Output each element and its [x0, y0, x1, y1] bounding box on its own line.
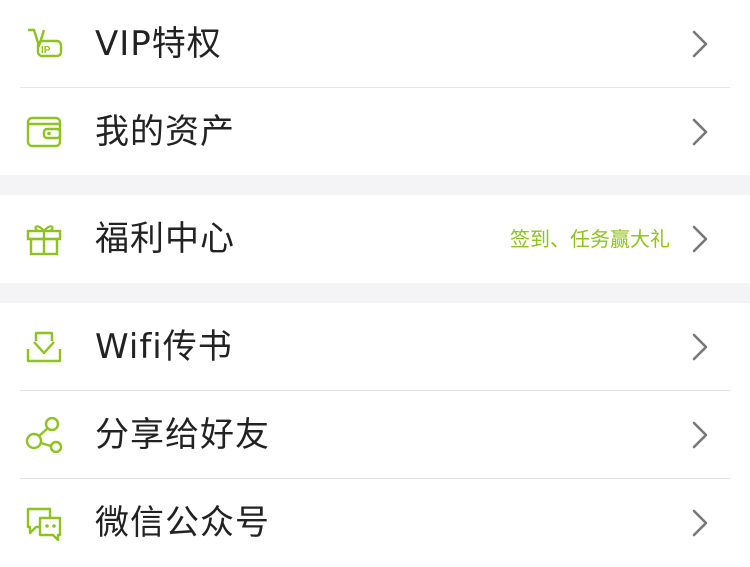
menu-item-label: 微信公众号	[95, 503, 270, 543]
gift-icon	[26, 225, 62, 256]
menu-item-label: 我的资产	[95, 112, 235, 152]
menu-group-benefits: 福利中心 签到、任务赢大礼	[0, 195, 750, 283]
menu-item-wechat[interactable]: 微信公众号	[0, 479, 750, 567]
menu-item-label: VIP特权	[95, 24, 222, 64]
menu-item-welfare[interactable]: 福利中心 签到、任务赢大礼	[0, 195, 750, 283]
wechat-icon	[26, 507, 62, 541]
chevron-right-icon	[692, 225, 708, 253]
menu-item-share[interactable]: 分享给好友	[0, 391, 750, 479]
vip-icon: IP	[28, 28, 63, 58]
menu-group-account: IP VIP特权 我的资产	[0, 0, 750, 175]
download-tray-icon	[26, 331, 62, 363]
welfare-hint: 签到、任务赢大礼	[510, 227, 670, 251]
chevron-right-icon	[692, 118, 708, 146]
menu-group-tools: Wifi传书 分享给好友 微信公众号	[0, 303, 750, 567]
chevron-right-icon	[692, 509, 708, 537]
svg-text:IP: IP	[41, 45, 51, 56]
chevron-right-icon	[692, 30, 708, 58]
wallet-icon	[26, 116, 62, 148]
menu-item-label: Wifi传书	[95, 327, 233, 367]
menu-item-wifi-transfer[interactable]: Wifi传书	[0, 303, 750, 391]
chevron-right-icon	[692, 333, 708, 361]
chevron-right-icon	[692, 421, 708, 449]
share-icon	[25, 417, 63, 453]
menu-item-assets[interactable]: 我的资产	[0, 88, 750, 176]
menu-item-label: 分享给好友	[95, 415, 270, 455]
menu-item-label: 福利中心	[95, 219, 235, 259]
menu-item-vip[interactable]: IP VIP特权	[0, 0, 750, 88]
